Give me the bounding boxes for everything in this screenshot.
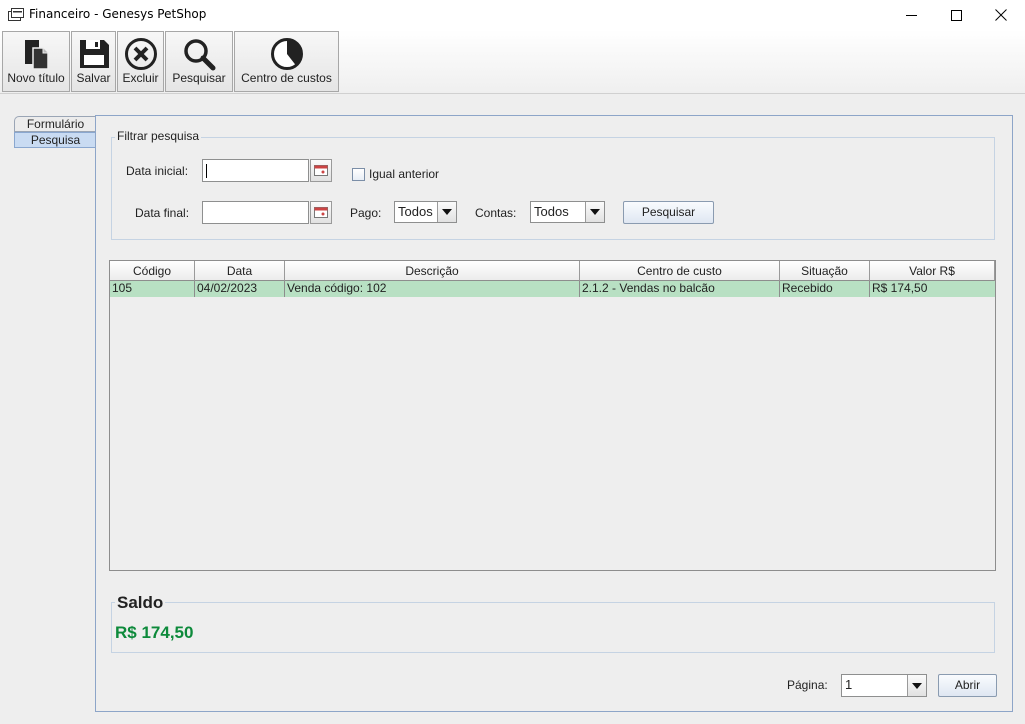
cell-situacao: Recebido [780,281,870,297]
window-title: Financeiro - Genesys PetShop [29,7,207,21]
cell-codigo: 105 [110,281,195,297]
cell-data: 04/02/2023 [195,281,285,297]
data-inicial-input[interactable] [202,159,309,182]
results-table [109,260,996,571]
column-header-codigo[interactable]: Código [110,261,195,281]
salvar-label: Salvar [76,71,111,85]
new-document-icon [25,40,49,70]
chevron-down-icon [585,202,604,222]
filter-legend: Filtrar pesquisa [115,129,202,143]
saldo-value: R$ 174,50 [115,623,194,642]
cell-valor: R$ 174,50 [870,281,995,297]
saldo-legend: Saldo [115,593,166,613]
novo-titulo-label: Novo título [7,71,65,85]
pago-label: Pago: [350,206,382,220]
data-inicial-calendar-button[interactable] [310,159,332,182]
tab-pesquisa[interactable]: Pesquisa [14,132,96,148]
chevron-down-icon [907,675,926,696]
search-icon [184,39,216,71]
cell-descricao: Venda código: 102 [285,281,580,297]
pagina-label: Página: [787,678,828,692]
pie-chart-icon [270,38,303,70]
cell-centro-de-custo: 2.1.2 - Vendas no balcão [580,281,780,297]
centro-de-custos-label: Centro de custos [241,71,332,85]
pesquisar-button[interactable]: Pesquisar [623,201,714,224]
maximize-button[interactable] [933,0,979,30]
app-icon [8,8,24,21]
column-header-data[interactable]: Data [195,261,285,281]
pagina-select[interactable]: 1 [841,674,927,697]
data-final-input[interactable] [202,201,309,224]
igual-anterior-checkbox[interactable] [352,168,365,181]
delete-circle-x-icon [124,38,157,70]
calendar-icon [314,207,328,218]
saldo-group [111,602,995,653]
excluir-button[interactable]: Excluir [117,31,164,92]
data-final-label: Data final: [135,206,190,220]
close-button[interactable] [978,0,1024,30]
igual-anterior-label: Igual anterior [369,167,440,181]
close-icon [995,9,1007,21]
maximize-icon [950,9,962,21]
data-inicial-label: Data inicial: [126,164,189,178]
contas-select-value: Todos [534,204,569,219]
contas-select[interactable]: Todos [530,201,605,223]
column-header-descricao[interactable]: Descrição [285,261,580,281]
chevron-down-icon [437,202,456,222]
column-header-valor[interactable]: Valor R$ [870,261,995,281]
minimize-button[interactable] [888,0,934,30]
centro-de-custos-button[interactable]: Centro de custos [234,31,339,92]
column-header-centro-de-custo[interactable]: Centro de custo [580,261,780,281]
text-cursor [206,164,207,178]
excluir-label: Excluir [122,71,159,85]
contas-label: Contas: [475,206,517,220]
column-header-situacao[interactable]: Situação [780,261,870,281]
pagina-select-value: 1 [845,677,853,692]
novo-titulo-button[interactable]: Novo título [2,31,70,92]
filter-group [111,137,995,240]
tab-formulario[interactable]: Formulário [14,116,96,132]
data-final-calendar-button[interactable] [310,201,332,224]
pesquisar-toolbar-button[interactable]: Pesquisar [165,31,233,92]
pesquisar-toolbar-label: Pesquisar [172,71,226,85]
minimize-icon [905,14,917,16]
salvar-button[interactable]: Salvar [71,31,116,92]
calendar-icon [314,165,328,176]
pago-select[interactable]: Todos [394,201,457,223]
pago-select-value: Todos [398,204,433,219]
save-icon [79,40,109,68]
abrir-button[interactable]: Abrir [938,674,997,697]
